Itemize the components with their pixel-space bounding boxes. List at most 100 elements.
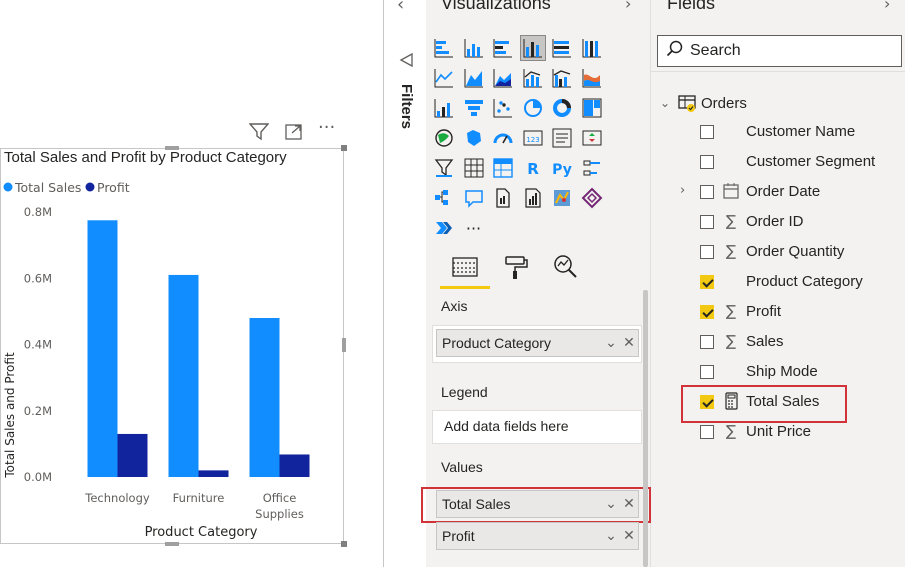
- y-axis-title: Total Sales and Profit: [3, 352, 17, 479]
- filled-map-icon[interactable]: [461, 125, 487, 151]
- field-item[interactable]: ∑ Unit Price: [680, 421, 900, 445]
- clustered-column-chart-icon[interactable]: [519, 35, 546, 61]
- donut-chart-icon[interactable]: [549, 95, 575, 121]
- x-tick-label: Technology: [84, 491, 150, 505]
- bar[interactable]: [117, 433, 148, 477]
- field-checkbox[interactable]: [700, 425, 714, 439]
- svg-text:123: 123: [526, 136, 539, 144]
- field-checkbox[interactable]: [700, 365, 714, 379]
- field-item[interactable]: ∑ Order Quantity: [680, 241, 900, 265]
- power-automate-icon[interactable]: [579, 185, 605, 211]
- search-input[interactable]: [690, 42, 890, 60]
- kpi-icon[interactable]: [579, 125, 605, 151]
- chevron-down-icon[interactable]: ⌄: [602, 528, 620, 544]
- field-name: Profit: [746, 303, 782, 320]
- field-item[interactable]: ∑ Profit: [680, 301, 900, 325]
- pie-chart-icon[interactable]: [520, 95, 546, 121]
- search-icon: [666, 40, 684, 62]
- key-influencers-icon[interactable]: [579, 155, 605, 181]
- bar[interactable]: [198, 470, 229, 477]
- field-item[interactable]: Customer Segment: [680, 151, 900, 175]
- stacked-bar-chart-icon[interactable]: [431, 35, 457, 61]
- 100-stacked-column-chart-icon[interactable]: [579, 35, 605, 61]
- treemap-icon[interactable]: [579, 95, 605, 121]
- more-visuals-icon[interactable]: [431, 215, 457, 241]
- field-checkbox[interactable]: [700, 275, 714, 289]
- chevron-right-icon[interactable]: ›: [625, 0, 631, 13]
- remove-field-icon[interactable]: ✕: [620, 528, 638, 544]
- bar[interactable]: [279, 454, 310, 477]
- scatter-chart-icon[interactable]: [490, 95, 516, 121]
- visualizations-title: Visualizations: [441, 0, 551, 13]
- report-canvas[interactable]: ··· Total Sales and Profit by Product Ca…: [0, 0, 383, 567]
- line-and-clustered-column-icon[interactable]: [549, 65, 575, 91]
- filter-icon[interactable]: [248, 123, 270, 145]
- format-paint-roller-icon[interactable]: [500, 252, 530, 282]
- field-item[interactable]: ∑ Order ID: [680, 211, 900, 235]
- multi-row-card-icon[interactable]: [549, 125, 575, 151]
- field-item[interactable]: Product Category: [680, 271, 900, 295]
- axis-field-chip[interactable]: Product Category ⌄ ✕: [436, 329, 639, 357]
- chevron-right-icon[interactable]: ›: [884, 0, 890, 13]
- map-icon[interactable]: [431, 125, 457, 151]
- clustered-bar-chart-icon[interactable]: [490, 35, 516, 61]
- paginated-report-icon[interactable]: [490, 185, 516, 211]
- qa-icon[interactable]: [461, 185, 487, 211]
- field-checkbox[interactable]: [700, 185, 714, 199]
- field-item[interactable]: Ship Mode: [680, 361, 900, 385]
- fields-search-box[interactable]: [657, 35, 902, 67]
- ribbon-chart-icon[interactable]: [579, 65, 605, 91]
- field-item[interactable]: ∑ Sales: [680, 331, 900, 355]
- chevron-down-icon[interactable]: ⌄: [660, 96, 678, 110]
- field-checkbox[interactable]: [700, 155, 714, 169]
- table-node-orders[interactable]: ⌄ Orders: [660, 92, 747, 114]
- field-checkbox[interactable]: [700, 125, 714, 139]
- bar[interactable]: [249, 318, 280, 477]
- 100-stacked-bar-chart-icon[interactable]: [549, 35, 575, 61]
- matrix-icon[interactable]: [490, 155, 516, 181]
- arcgis-icon[interactable]: [520, 185, 546, 211]
- power-apps-icon[interactable]: [549, 185, 575, 211]
- fields-tab-icon[interactable]: [450, 252, 480, 282]
- values-field-chip-profit[interactable]: Profit ⌄ ✕: [436, 522, 639, 550]
- card-icon[interactable]: 123: [520, 125, 546, 151]
- stacked-column-chart-icon[interactable]: [461, 35, 487, 61]
- field-item[interactable]: › Order Date: [680, 181, 900, 205]
- table-icon[interactable]: [461, 155, 487, 181]
- field-checkbox[interactable]: [700, 335, 714, 349]
- slicer-icon[interactable]: [431, 155, 457, 181]
- line-and-stacked-column-icon[interactable]: [520, 65, 546, 91]
- field-checkbox[interactable]: [700, 215, 714, 229]
- funnel-icon[interactable]: [461, 95, 487, 121]
- chart-title: Total Sales and Profit by Product Catego…: [4, 149, 287, 166]
- analytics-magnifier-icon[interactable]: [550, 252, 580, 282]
- stacked-area-chart-icon[interactable]: [490, 65, 516, 91]
- axis-field-name: Product Category: [442, 335, 551, 351]
- legend-profit-label[interactable]: Profit: [97, 180, 130, 195]
- chevron-down-icon[interactable]: ⌄: [602, 335, 620, 351]
- field-checkbox[interactable]: [700, 245, 714, 259]
- remove-field-icon[interactable]: ✕: [620, 335, 638, 351]
- chevron-left-icon[interactable]: ‹: [397, 0, 404, 15]
- more-options-icon[interactable]: ···: [318, 119, 335, 137]
- r-visual-icon[interactable]: R: [520, 155, 546, 181]
- waterfall-chart-icon[interactable]: [431, 95, 457, 121]
- chevron-right-icon[interactable]: ›: [680, 183, 685, 198]
- python-visual-icon[interactable]: Py: [549, 155, 575, 181]
- focus-mode-icon[interactable]: [284, 123, 304, 145]
- more-visuals-ellipsis[interactable]: ···: [461, 215, 487, 241]
- bar[interactable]: [87, 220, 118, 477]
- bar[interactable]: [168, 274, 199, 477]
- area-chart-icon[interactable]: [461, 65, 487, 91]
- filters-pane-label[interactable]: Filters: [391, 84, 415, 144]
- highlight-box-values-total-sales: [421, 487, 651, 523]
- legend-profit-marker: [85, 182, 95, 192]
- legend-total-sales-label[interactable]: Total Sales: [14, 180, 81, 195]
- field-checkbox[interactable]: [700, 305, 714, 319]
- visualizations-scrollbar[interactable]: [643, 290, 648, 567]
- line-chart-icon[interactable]: [431, 65, 457, 91]
- decomposition-tree-icon[interactable]: [431, 185, 457, 211]
- filter-pane-icon: [398, 52, 414, 72]
- field-item[interactable]: Customer Name: [680, 121, 900, 145]
- gauge-icon[interactable]: [490, 125, 516, 151]
